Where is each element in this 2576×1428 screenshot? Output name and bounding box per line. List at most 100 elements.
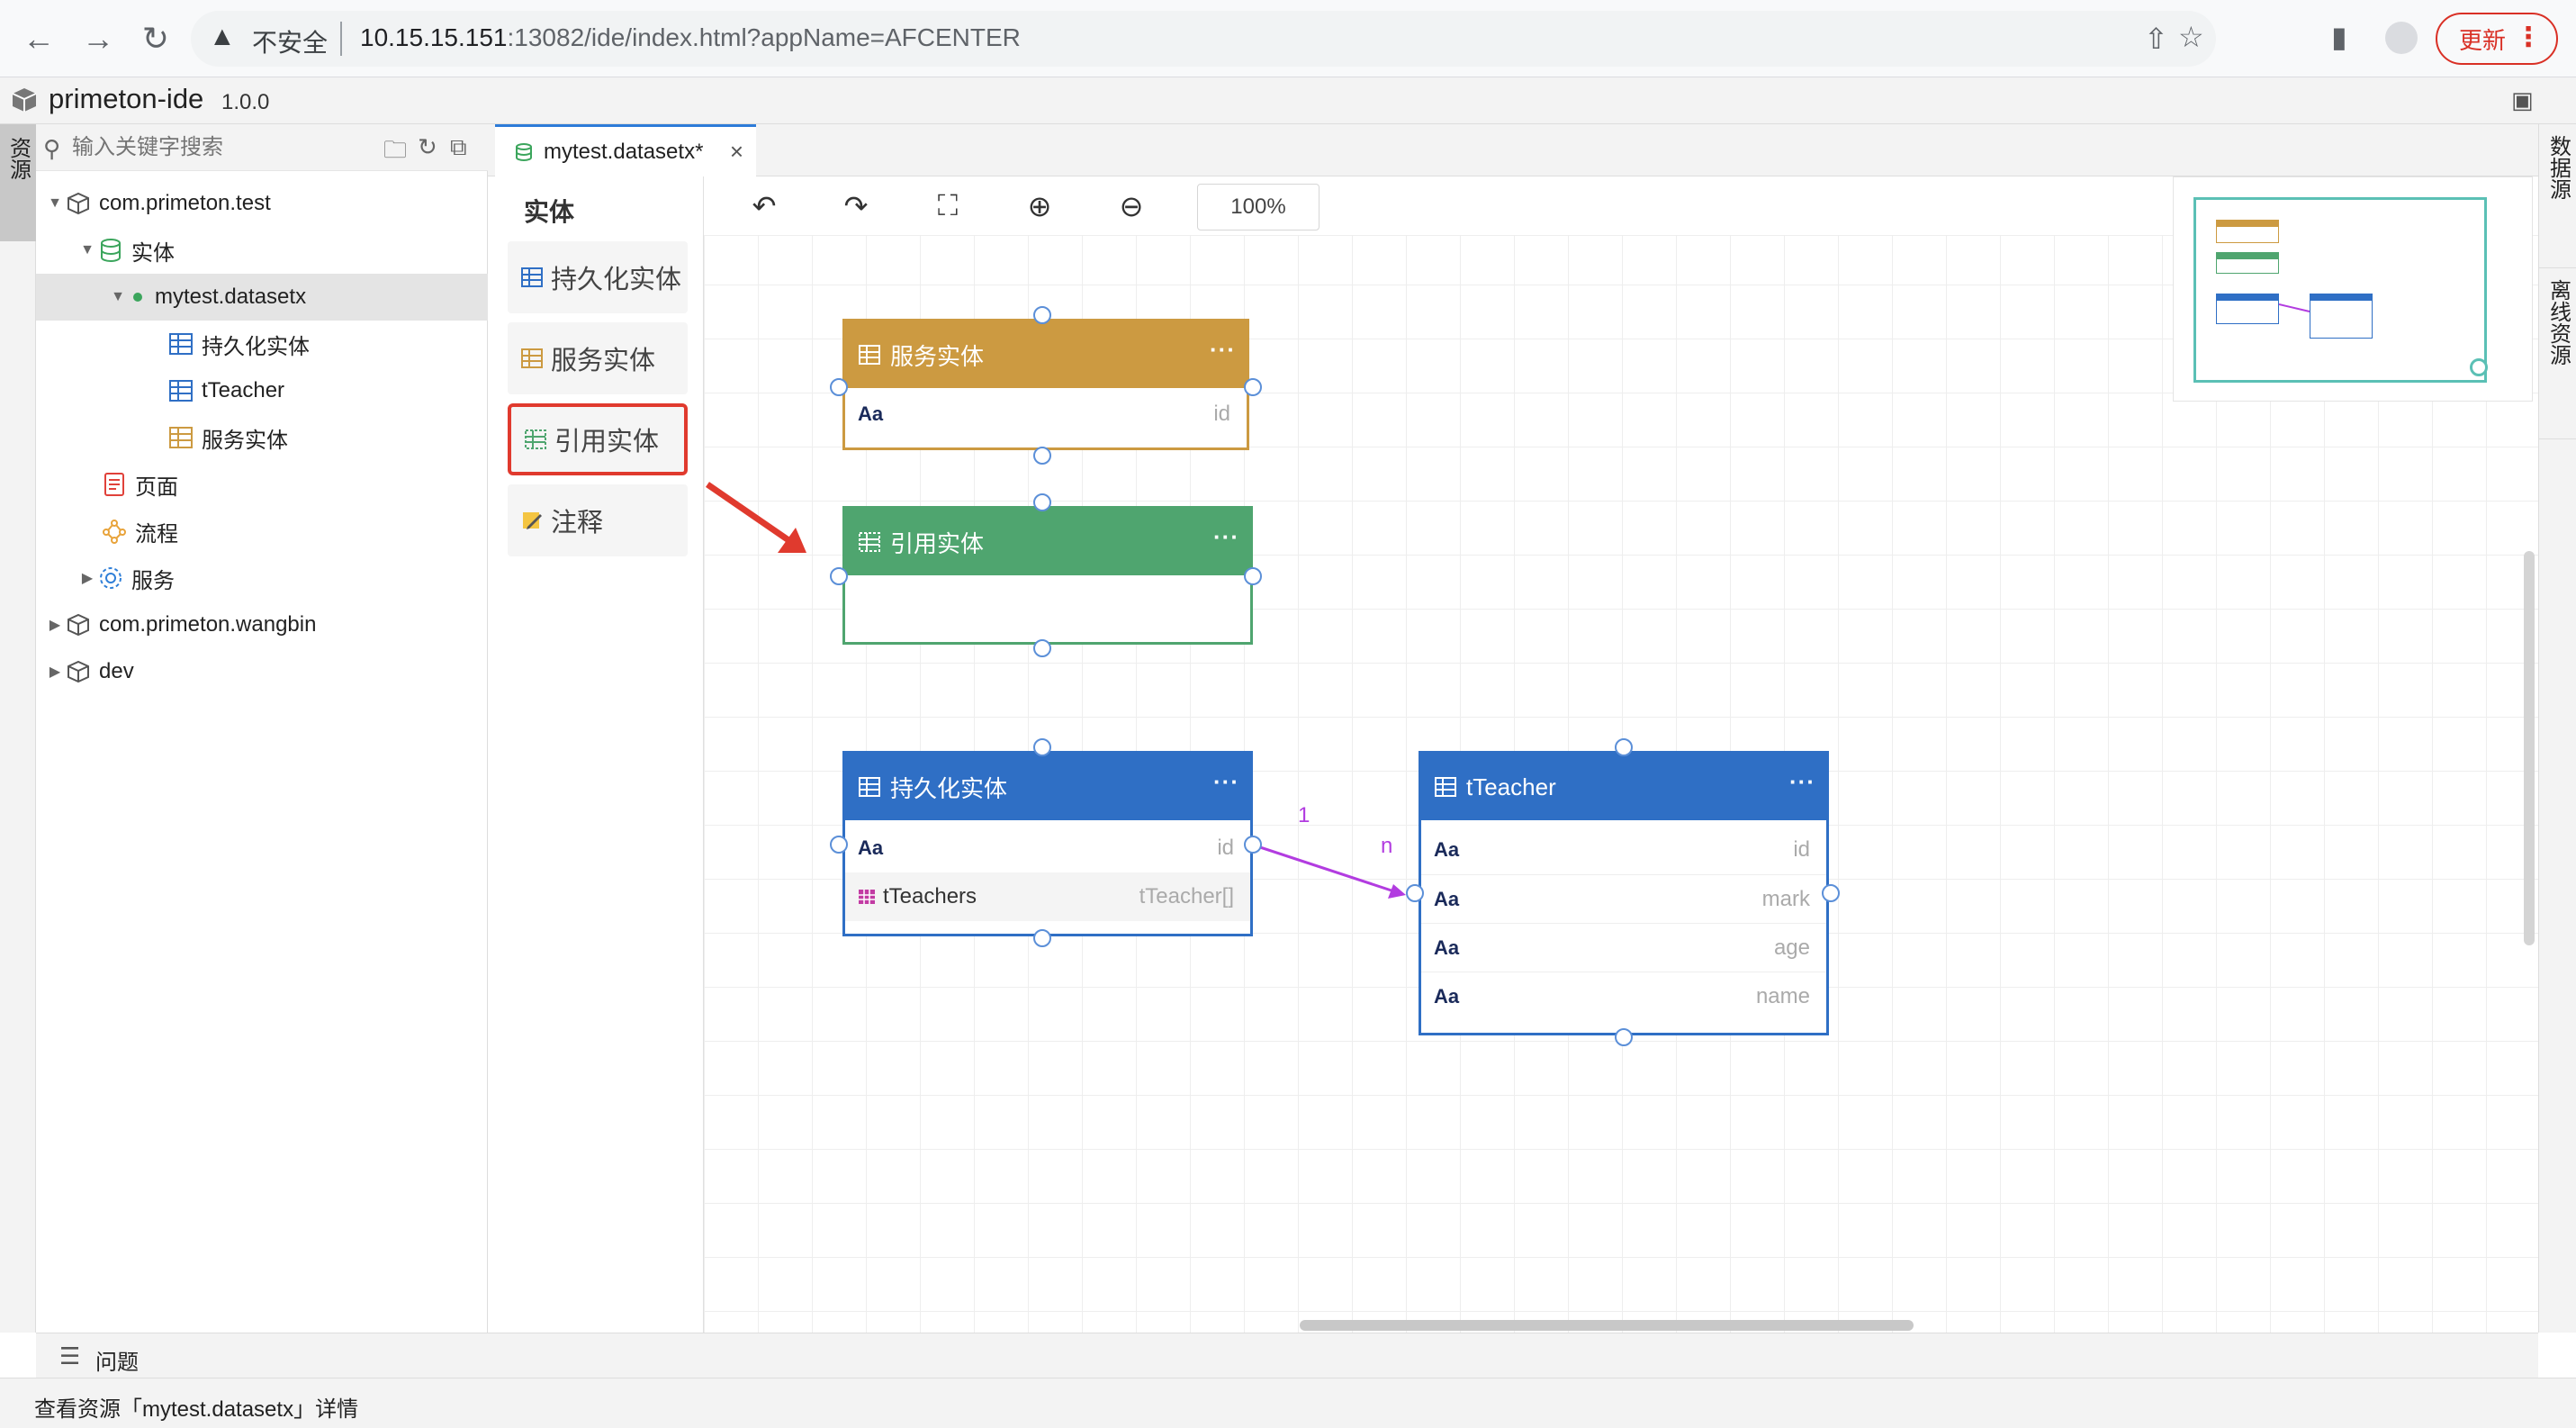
url-text[interactable]: 10.15.15.151:13082/ide/index.html?appNam… bbox=[360, 23, 1021, 52]
minimap-viewport[interactable] bbox=[2193, 197, 2488, 383]
entity-field-row[interactable]: Aa id bbox=[1421, 826, 1826, 874]
tree-item-label: 持久化实体 bbox=[202, 334, 310, 359]
connection-port[interactable] bbox=[1615, 738, 1633, 756]
palette-item-persistent-entity[interactable]: 持久化实体 bbox=[508, 241, 688, 313]
tree-item-com-primeton-wangbin[interactable]: ▶ com.primeton.wangbin bbox=[36, 601, 488, 648]
more-icon[interactable]: ··· bbox=[1789, 768, 1815, 796]
entity-node-reference[interactable]: 引用实体 ··· bbox=[842, 506, 1253, 645]
caret-down-icon[interactable]: ▼ bbox=[77, 242, 97, 258]
update-button[interactable]: 更新 ⋮ bbox=[2436, 13, 2558, 65]
connection-port[interactable] bbox=[1033, 306, 1051, 324]
entity-header[interactable]: 引用实体 ··· bbox=[845, 509, 1250, 575]
entity-node-tteacher[interactable]: tTeacher ··· Aa id Aa mark Aa age Aa nam… bbox=[1419, 751, 1829, 1035]
reload-icon[interactable]: ↻ bbox=[133, 16, 178, 61]
diagram-canvas[interactable]: ↶ ↷ ⛶ ⊕ ⊖ 100% 1 n 服务实体 ··· Aa id 引用实体 ·… bbox=[704, 176, 2538, 1333]
zoom-level[interactable]: 100% bbox=[1197, 184, 1320, 230]
entity-node-service[interactable]: 服务实体 ··· Aa id bbox=[842, 319, 1249, 450]
more-icon[interactable]: ··· bbox=[1213, 768, 1239, 796]
tree-item-tteacher[interactable]: tTeacher bbox=[36, 367, 488, 414]
minimap-service-entity bbox=[2216, 220, 2279, 243]
address-bar[interactable]: ▲ 不安全 10.15.15.151:13082/ide/index.html?… bbox=[191, 11, 2216, 67]
save-icon[interactable]: ▣ bbox=[2511, 86, 2534, 114]
new-folder-icon[interactable]: 🗀 bbox=[383, 133, 407, 173]
entity-field-row[interactable]: Aa mark bbox=[1421, 874, 1826, 923]
fit-screen-icon[interactable]: ⛶ bbox=[927, 185, 968, 227]
entity-header[interactable]: 服务实体 ··· bbox=[845, 321, 1247, 388]
tree-item-persistent-entity[interactable]: 持久化实体 bbox=[36, 321, 488, 367]
forward-icon[interactable]: → bbox=[76, 16, 121, 61]
more-icon[interactable]: ··· bbox=[1210, 336, 1236, 364]
palette-item-service-entity[interactable]: 服务实体 bbox=[508, 322, 688, 394]
caret-down-icon[interactable]: ▼ bbox=[45, 195, 65, 212]
caret-right-icon[interactable]: ▶ bbox=[77, 569, 97, 587]
tree-item-services[interactable]: ▶ 服务 bbox=[36, 555, 488, 601]
security-label[interactable]: 不安全 bbox=[252, 23, 328, 59]
tree-item-com-primeton-test[interactable]: ▼ com.primeton.test bbox=[36, 180, 488, 227]
back-icon[interactable]: ← bbox=[16, 16, 61, 61]
search-input[interactable] bbox=[72, 133, 378, 162]
palette-item-reference-entity[interactable]: 引用实体 bbox=[508, 403, 688, 475]
connection-port[interactable] bbox=[830, 836, 848, 854]
service-table-icon bbox=[521, 348, 543, 368]
refresh-icon[interactable]: ↻ bbox=[418, 133, 437, 161]
share-icon[interactable]: ⇧ bbox=[2144, 22, 2168, 56]
connection-port[interactable] bbox=[830, 378, 848, 396]
vertical-scrollbar[interactable] bbox=[2524, 551, 2535, 945]
connection-port[interactable] bbox=[1244, 836, 1262, 854]
warning-icon[interactable]: ▲ bbox=[209, 22, 236, 52]
tree-item-dev[interactable]: ▶ dev bbox=[36, 648, 488, 695]
zoom-in-icon[interactable]: ⊕ bbox=[1019, 185, 1060, 227]
side-panel-icon[interactable]: ▮ bbox=[2331, 20, 2347, 54]
zoom-out-icon[interactable]: ⊖ bbox=[1111, 185, 1152, 227]
entity-field-row[interactable]: tTeachers tTeacher[] bbox=[845, 872, 1250, 921]
problems-bar[interactable]: ☰ 问题 bbox=[36, 1333, 2538, 1378]
tree-item-service-entity[interactable]: 服务实体 bbox=[36, 414, 488, 461]
table-type-icon bbox=[859, 890, 875, 904]
entity-field-row[interactable]: Aa age bbox=[1421, 923, 1826, 972]
offline-resources-side-tab[interactable]: 离线资源 bbox=[2539, 268, 2576, 439]
bookmark-star-icon[interactable]: ☆ bbox=[2178, 20, 2204, 54]
connection-port[interactable] bbox=[1033, 493, 1051, 511]
more-icon[interactable]: ··· bbox=[1213, 523, 1239, 551]
collapse-all-icon[interactable]: ⧉ bbox=[450, 133, 467, 162]
caret-right-icon[interactable]: ▶ bbox=[45, 616, 65, 634]
field-name: id bbox=[1793, 837, 1810, 862]
tab-mytest-datasetx[interactable]: mytest.datasetx* × bbox=[495, 124, 756, 176]
connection-port[interactable] bbox=[1822, 884, 1840, 902]
redo-icon[interactable]: ↷ bbox=[835, 185, 877, 227]
entity-header[interactable]: tTeacher ··· bbox=[1421, 754, 1826, 820]
minimap-resize-handle[interactable] bbox=[2470, 358, 2488, 376]
tree-item-mytest-datasetx[interactable]: ▼ mytest.datasetx bbox=[36, 274, 488, 321]
minimap[interactable] bbox=[2173, 176, 2533, 402]
undo-icon[interactable]: ↶ bbox=[743, 185, 785, 227]
connection-port[interactable] bbox=[1244, 567, 1262, 585]
caret-down-icon[interactable]: ▼ bbox=[108, 289, 128, 305]
close-icon[interactable]: × bbox=[730, 138, 743, 166]
right-side-strip: 数据源 离线资源 bbox=[2538, 124, 2576, 1333]
connection-port[interactable] bbox=[1615, 1028, 1633, 1046]
profile-avatar[interactable] bbox=[2385, 22, 2418, 54]
field-name: name bbox=[1755, 983, 1810, 1008]
datasource-side-tab[interactable]: 数据源 bbox=[2539, 124, 2576, 268]
caret-right-icon[interactable]: ▶ bbox=[45, 663, 65, 681]
connection-port[interactable] bbox=[1033, 447, 1051, 465]
tree-item-flows[interactable]: 流程 bbox=[36, 508, 488, 555]
connection-port[interactable] bbox=[1406, 884, 1424, 902]
chrome-menu-icon[interactable]: ⋮ bbox=[2515, 22, 2542, 53]
palette-item-comment[interactable]: 注释 bbox=[508, 484, 688, 556]
entity-field-row[interactable]: Aa id bbox=[845, 824, 1250, 872]
horizontal-scrollbar[interactable] bbox=[1300, 1320, 1914, 1331]
browser-toolbar: ← → ↻ ▲ 不安全 10.15.15.151:13082/ide/index… bbox=[0, 0, 2576, 77]
entity-field-row[interactable]: Aa name bbox=[1421, 972, 1826, 1020]
resources-side-tab[interactable]: 资源 bbox=[0, 124, 36, 241]
entity-field-row[interactable]: Aa id bbox=[845, 390, 1247, 438]
connection-port[interactable] bbox=[1033, 639, 1051, 657]
entity-node-persistent[interactable]: 持久化实体 ··· Aa id tTeachers tTeacher[] bbox=[842, 751, 1253, 936]
connection-port[interactable] bbox=[1244, 378, 1262, 396]
tree-item-entities[interactable]: ▼ 实体 bbox=[36, 227, 488, 274]
connection-port[interactable] bbox=[1033, 738, 1051, 756]
entity-header[interactable]: 持久化实体 ··· bbox=[845, 754, 1250, 820]
tree-item-pages[interactable]: 页面 bbox=[36, 461, 488, 508]
connection-port[interactable] bbox=[1033, 929, 1051, 947]
primary-key-text-type-icon: Aa bbox=[858, 402, 884, 425]
